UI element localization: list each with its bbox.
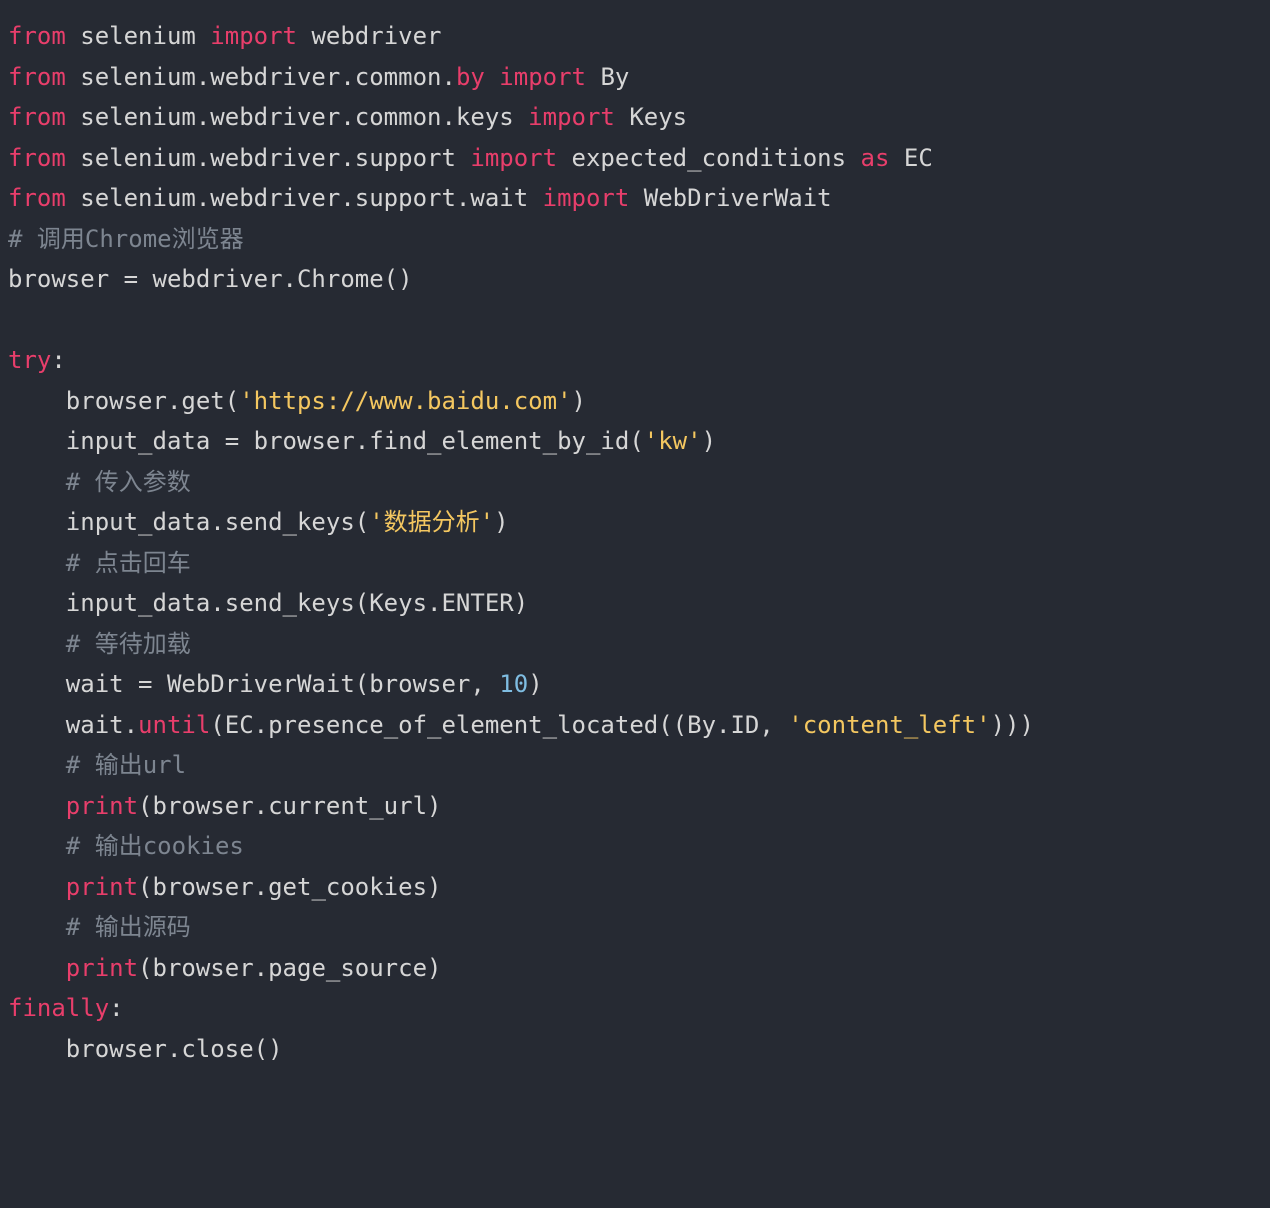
string-data: '数据分析' [369, 508, 494, 536]
keyword-as: as [861, 144, 890, 172]
string-kw: 'kw' [644, 427, 702, 455]
code-line-26: browser.close() [8, 1035, 283, 1063]
keyword-try: try [8, 346, 51, 374]
keyword-from: from [8, 22, 66, 50]
code-line-24: print(browser.page_source) [8, 954, 441, 982]
keyword-finally: finally [8, 994, 109, 1022]
code-line-15: input_data.send_keys(Keys.ENTER) [8, 589, 528, 617]
code-line-18: wait.until(EC.presence_of_element_locate… [8, 711, 1034, 739]
method-until: until [138, 711, 210, 739]
comment-wait: # 等待加载 [8, 630, 191, 658]
code-line-17: wait = WebDriverWait(browser, 10) [8, 670, 543, 698]
code-line-5: from selenium.webdriver.support.wait imp… [8, 184, 832, 212]
code-line-22: print(browser.get_cookies) [8, 873, 441, 901]
comment-url: # 输出url [8, 751, 186, 779]
code-line-3: from selenium.webdriver.common.keys impo… [8, 103, 687, 131]
comment-cookies: # 输出cookies [8, 832, 244, 860]
code-line-finally: finally: [8, 994, 124, 1022]
code-line-1: from selenium import webdriver [8, 22, 442, 50]
module-by: by [456, 63, 485, 91]
builtin-print: print [66, 792, 138, 820]
code-line-4: from selenium.webdriver.support import e… [8, 144, 933, 172]
code-line-11: input_data = browser.find_element_by_id(… [8, 427, 716, 455]
code-line-10: browser.get('https://www.baidu.com') [8, 387, 586, 415]
code-line-13: input_data.send_keys('数据分析') [8, 508, 509, 536]
code-line-2: from selenium.webdriver.common.by import… [8, 63, 629, 91]
comment-enter: # 点击回车 [8, 549, 191, 577]
string-url: 'https://www.baidu.com' [239, 387, 571, 415]
code-line-7: browser = webdriver.Chrome() [8, 265, 413, 293]
comment-source: # 输出源码 [8, 913, 191, 941]
string-contentleft: 'content_left' [788, 711, 990, 739]
comment-input: # 传入参数 [8, 468, 191, 496]
comment-chrome: # 调用Chrome浏览器 [8, 225, 244, 253]
code-block: from selenium import webdriver from sele… [0, 0, 1270, 1077]
code-line-try: try: [8, 346, 66, 374]
keyword-import: import [210, 22, 297, 50]
code-line-20: print(browser.current_url) [8, 792, 441, 820]
number-10: 10 [499, 670, 528, 698]
